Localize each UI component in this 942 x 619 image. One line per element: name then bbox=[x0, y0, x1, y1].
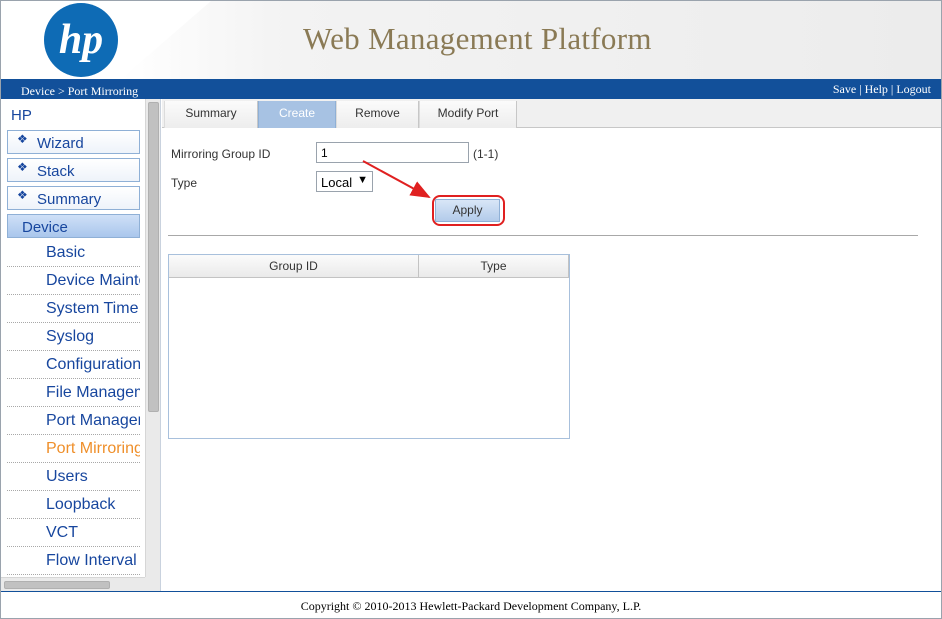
sidebar-nav: HP ❖ Wizard ❖ Stack ❖ Summary Device Bas… bbox=[1, 99, 161, 591]
logout-link[interactable]: Logout bbox=[896, 82, 931, 96]
sidebar-subitem-label: Loopback bbox=[46, 496, 116, 513]
sidebar-item-device[interactable]: Device bbox=[7, 214, 140, 238]
hp-logo-text: hp bbox=[59, 17, 103, 63]
footer-copyright: Copyright © 2010-2013 Hewlett-Packard De… bbox=[1, 591, 941, 618]
tab-modify-port[interactable]: Modify Port bbox=[419, 101, 517, 128]
apply-button[interactable]: Apply bbox=[435, 199, 500, 222]
sidebar-subitem-system-time[interactable]: System Time bbox=[7, 296, 140, 323]
sidebar-subitem-flow-interval[interactable]: Flow Interval bbox=[7, 548, 140, 575]
type-select-value: Local bbox=[321, 175, 353, 190]
sidebar-item-label: Device bbox=[22, 219, 68, 236]
hp-logo: hp bbox=[44, 3, 118, 77]
sidebar-subitem-label: Port Management bbox=[46, 412, 140, 429]
sidebar-subitem-label: File Management bbox=[46, 384, 140, 401]
sidebar-item-wizard[interactable]: ❖ Wizard bbox=[7, 130, 140, 154]
sidebar-horizontal-scrollbar[interactable] bbox=[1, 577, 145, 591]
type-label: Type bbox=[171, 176, 198, 190]
table-header: Group ID Type bbox=[169, 255, 569, 278]
sidebar-subitem-label: Syslog bbox=[46, 328, 95, 345]
sidebar-subitem-users[interactable]: Users bbox=[7, 464, 140, 491]
sidebar-subitem-device-maintenance[interactable]: Device Maintenance bbox=[7, 268, 140, 295]
sidebar-subitem-label: Configuration bbox=[46, 356, 140, 373]
sidebar-subitem-configuration[interactable]: Configuration bbox=[7, 352, 140, 379]
tab-summary[interactable]: Summary bbox=[164, 101, 258, 128]
column-header-group-id[interactable]: Group ID bbox=[169, 255, 419, 277]
sidebar-subitem-label: Basic bbox=[46, 244, 86, 261]
sidebar-item-summary[interactable]: ❖ Summary bbox=[7, 186, 140, 210]
group-id-range-hint: (1-1) bbox=[473, 147, 499, 161]
sidebar-subitem-port-mirroring[interactable]: Port Mirroring bbox=[7, 436, 140, 463]
diamond-bullet-icon: ❖ bbox=[17, 188, 28, 202]
sidebar-subitem-basic[interactable]: Basic bbox=[7, 240, 140, 267]
sidebar-subitem-label: System Time bbox=[46, 300, 139, 317]
sidebar-subitem-syslog[interactable]: Syslog bbox=[7, 324, 140, 351]
header-wedge bbox=[121, 1, 211, 79]
sidebar-subitem-label: Flow Interval bbox=[46, 552, 137, 569]
breadcrumb: Device > Port Mirroring bbox=[21, 84, 139, 98]
link-separator: | bbox=[856, 82, 865, 96]
diamond-bullet-icon: ❖ bbox=[17, 160, 28, 174]
sidebar-item-label: Wizard bbox=[37, 135, 84, 152]
column-header-type[interactable]: Type bbox=[419, 255, 569, 277]
sidebar-root-hp[interactable]: HP bbox=[11, 107, 32, 124]
tab-strip: Summary Create Remove Modify Port bbox=[162, 99, 941, 128]
type-select[interactable]: Local ▼ bbox=[316, 171, 373, 192]
header: hp Web Management Platform bbox=[1, 1, 941, 79]
save-link[interactable]: Save bbox=[833, 82, 856, 96]
sidebar-subitem-label: VCT bbox=[46, 524, 78, 541]
tab-remove[interactable]: Remove bbox=[336, 101, 419, 128]
app-title: Web Management Platform bbox=[303, 21, 652, 56]
sidebar-subitem-port-management[interactable]: Port Management bbox=[7, 408, 140, 435]
diamond-bullet-icon: ❖ bbox=[17, 132, 28, 146]
sidebar-item-label: Summary bbox=[37, 191, 102, 208]
scrollbar-corner bbox=[145, 577, 160, 591]
mirroring-group-id-label: Mirroring Group ID bbox=[171, 147, 271, 161]
sidebar-subitem-label: Device Maintenance bbox=[46, 272, 140, 289]
sidebar-subitem-file-management[interactable]: File Management bbox=[7, 380, 140, 407]
main-content: Summary Create Remove Modify Port Mirror… bbox=[162, 99, 941, 591]
scrollbar-thumb[interactable] bbox=[4, 581, 110, 589]
tab-create[interactable]: Create bbox=[258, 101, 336, 128]
sidebar-subitem-label: Port Mirroring bbox=[46, 440, 140, 457]
sidebar-vertical-scrollbar[interactable] bbox=[145, 99, 160, 577]
sidebar-item-label: Stack bbox=[37, 163, 75, 180]
top-links: Save | Help | Logout bbox=[833, 82, 931, 97]
section-divider bbox=[168, 235, 918, 236]
app-window: hp Web Management Platform Device > Port… bbox=[0, 0, 942, 619]
sidebar-subitem-vct[interactable]: VCT bbox=[7, 520, 140, 547]
mirroring-group-table: Group ID Type bbox=[168, 254, 570, 439]
mirroring-group-id-input[interactable] bbox=[316, 142, 469, 163]
help-link[interactable]: Help bbox=[865, 82, 888, 96]
sidebar-subitem-label: Users bbox=[46, 468, 88, 485]
sidebar-subitem-loopback[interactable]: Loopback bbox=[7, 492, 140, 519]
top-bar: Device > Port Mirroring Save | Help | Lo… bbox=[1, 79, 941, 99]
sidebar-item-stack[interactable]: ❖ Stack bbox=[7, 158, 140, 182]
scrollbar-thumb[interactable] bbox=[148, 102, 159, 412]
dropdown-arrow-icon: ▼ bbox=[357, 174, 368, 186]
